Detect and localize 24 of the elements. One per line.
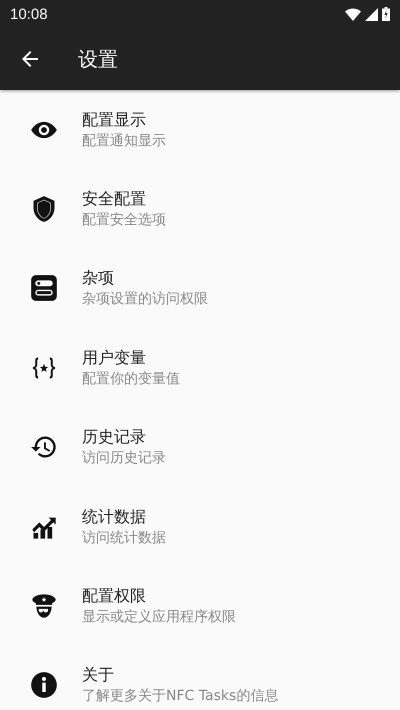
info-icon bbox=[30, 671, 58, 700]
setting-title[interactable]: 历史记录 bbox=[82, 427, 166, 448]
setting-subtitle: 配置安全选项 bbox=[82, 212, 166, 230]
officer-icon bbox=[30, 592, 58, 620]
setting-subtitle: 访问历史记录 bbox=[82, 450, 166, 468]
setting-title[interactable]: 杂项 bbox=[82, 268, 208, 290]
setting-title[interactable]: 安全配置 bbox=[82, 189, 166, 210]
setting-title[interactable]: 用户变量 bbox=[82, 348, 180, 369]
wifi-icon bbox=[345, 8, 361, 20]
setting-subtitle: 访问统计数据 bbox=[82, 530, 166, 547]
screen-title: 设置 bbox=[78, 46, 118, 72]
signal-icon bbox=[365, 8, 378, 20]
setting-title[interactable]: 配置权限 bbox=[82, 586, 236, 608]
setting-title[interactable]: 配置显示 bbox=[82, 110, 166, 131]
setting-subtitle: 杂项设置的访问权限 bbox=[82, 291, 208, 308]
setting-subtitle: 配置你的变量值 bbox=[82, 370, 180, 388]
setting-subtitle: 配置通知显示 bbox=[82, 132, 166, 150]
battery-icon bbox=[382, 7, 390, 21]
setting-title[interactable]: 统计数据 bbox=[82, 506, 166, 528]
toggle-switches-icon bbox=[30, 274, 58, 302]
setting-title[interactable]: 关于 bbox=[82, 665, 278, 686]
setting-subtitle: 了解更多关于NFC Tasks的信息 bbox=[82, 688, 278, 706]
setting-subtitle: 显示或定义应用程序权限 bbox=[82, 609, 236, 626]
status-time: 10:08 bbox=[10, 6, 48, 22]
